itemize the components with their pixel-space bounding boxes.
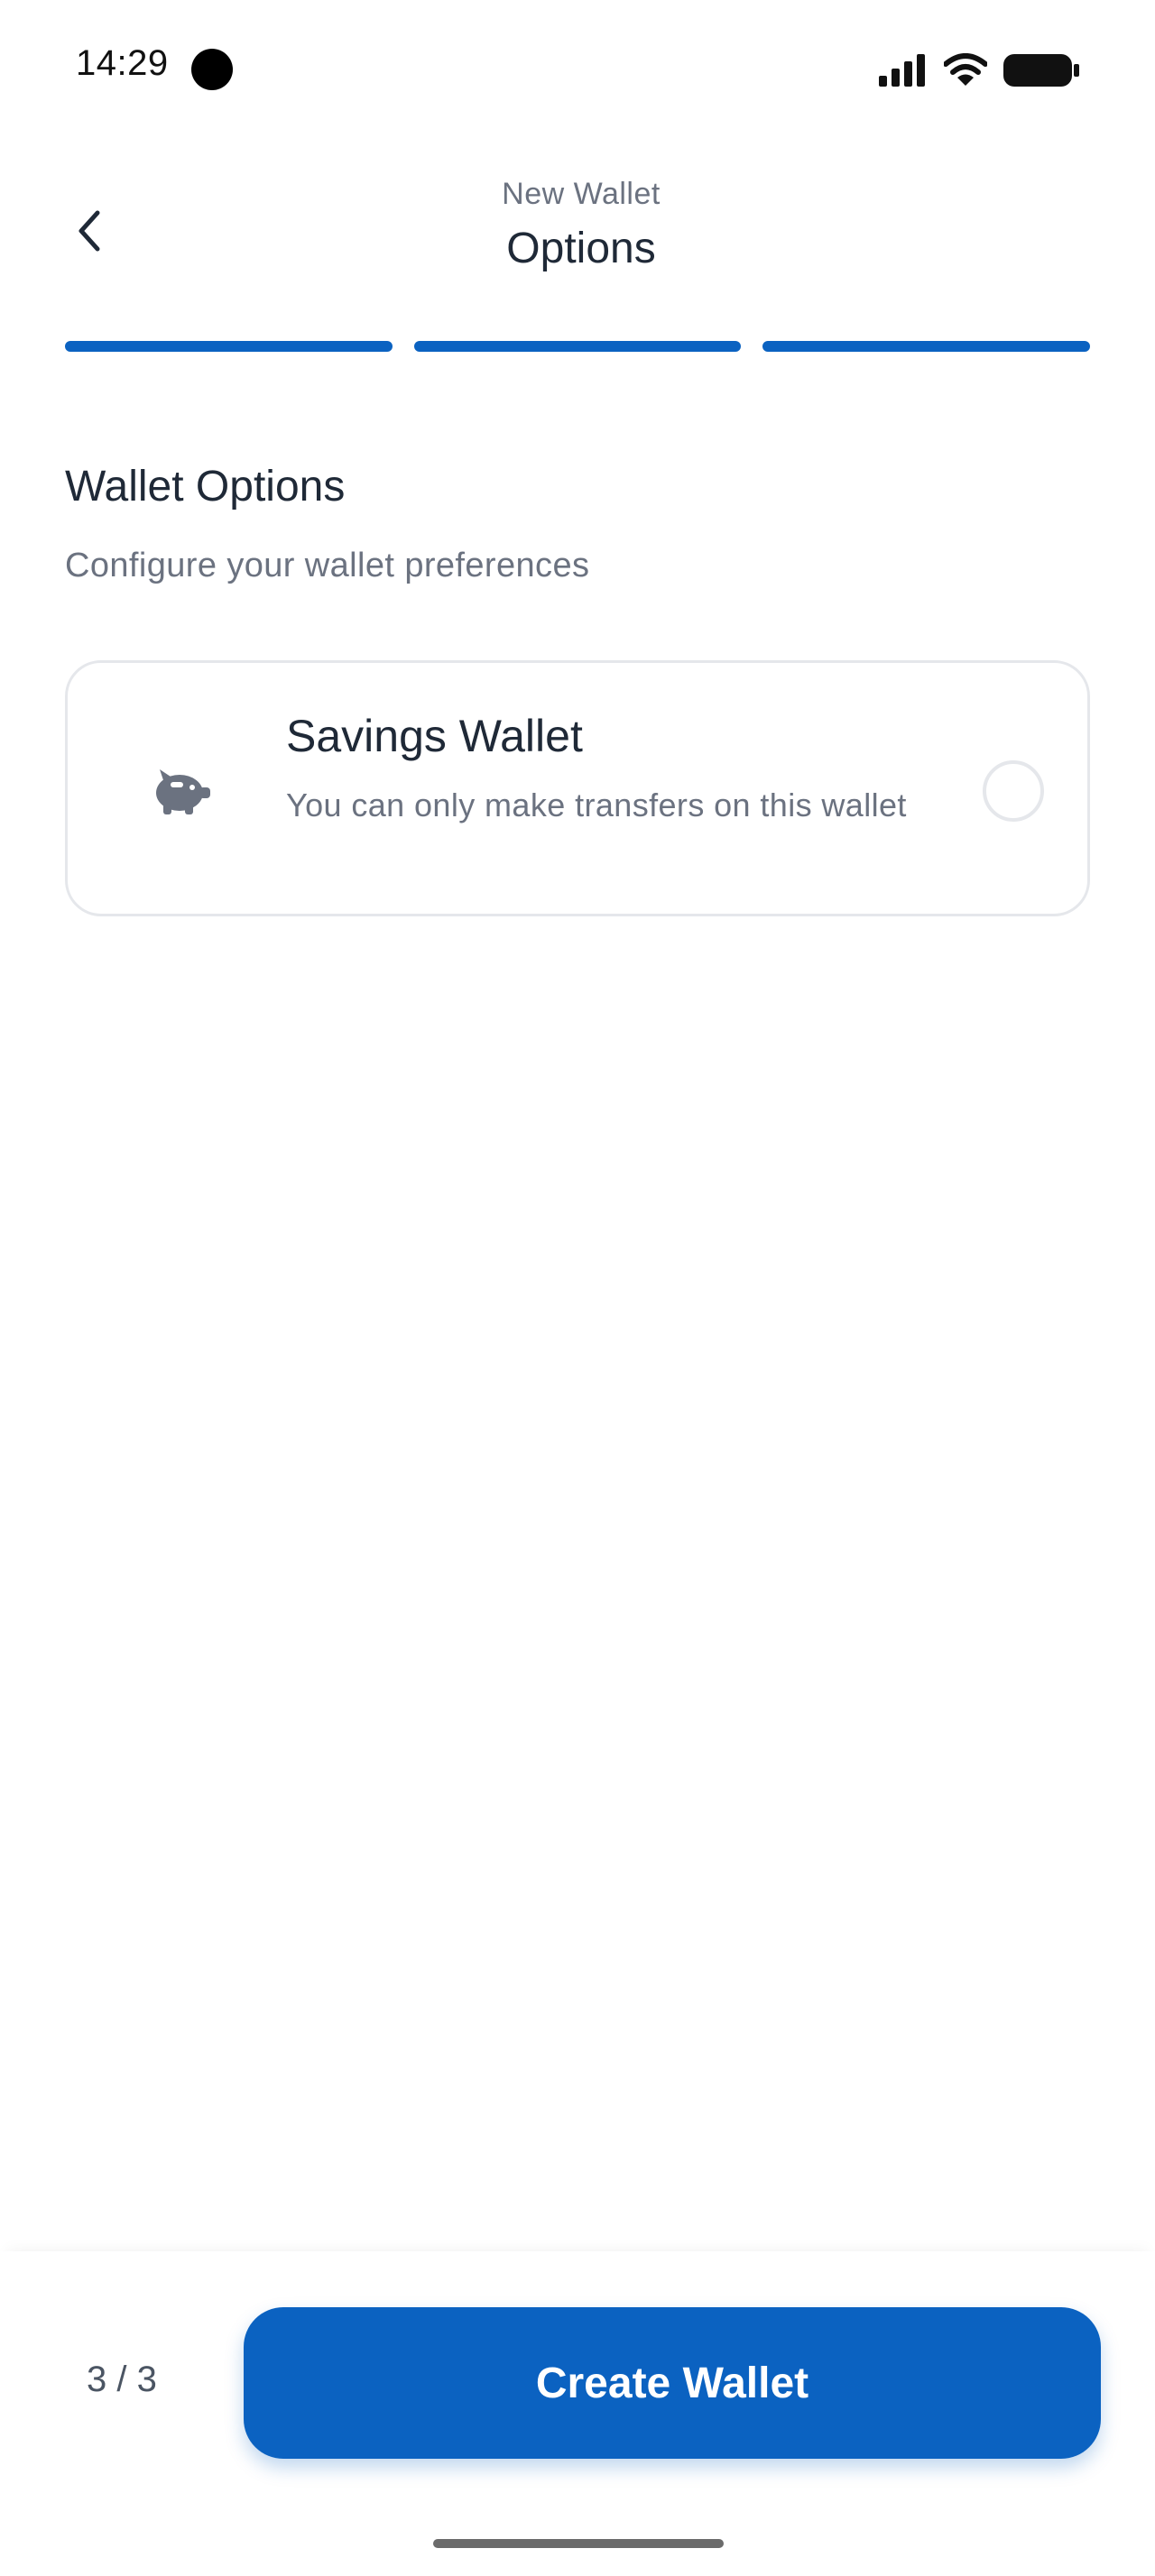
section-description: Configure your wallet preferences: [65, 547, 590, 584]
option-title: Savings Wallet: [286, 711, 583, 761]
wifi-icon: [944, 53, 987, 86]
progress-segment: [762, 341, 1091, 352]
step-counter: 3 / 3: [87, 2360, 157, 2399]
section-title: Wallet Options: [65, 463, 346, 511]
option-radio[interactable]: [983, 760, 1044, 822]
status-bar: 14:29: [0, 0, 1155, 135]
progress-segment: [65, 341, 393, 352]
piggy-bank-icon: [156, 769, 210, 814]
progress-segment: [413, 341, 742, 352]
battery-icon: [1003, 54, 1079, 87]
header-subtitle: New Wallet: [502, 177, 661, 211]
option-description: You can only make transfers on this wall…: [286, 787, 907, 823]
status-time: 14:29: [76, 43, 169, 83]
camera-cutout: [191, 49, 233, 90]
create-wallet-button[interactable]: Create Wallet: [244, 2307, 1101, 2459]
status-icons: [879, 51, 1079, 90]
step-progress: [65, 341, 1091, 352]
page-title: Options: [506, 225, 656, 272]
home-indicator[interactable]: [433, 2539, 724, 2548]
option-card-savings-wallet[interactable]: Savings Wallet You can only make transfe…: [65, 660, 1090, 916]
signal-icon: [879, 54, 925, 87]
